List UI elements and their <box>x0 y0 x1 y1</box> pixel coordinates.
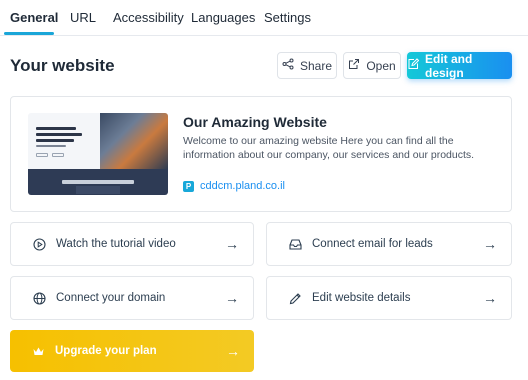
tab-languages[interactable]: Languages <box>191 0 255 36</box>
tab-settings[interactable]: Settings <box>264 0 311 36</box>
connect-email-card[interactable]: Connect email for leads → <box>266 222 512 266</box>
pland-logo-icon: P <box>183 180 194 192</box>
website-card: Our Amazing Website Welcome to our amazi… <box>10 96 512 212</box>
website-domain: cddcm.pland.co.il <box>200 180 285 192</box>
edit-and-design-label: Edit and design <box>425 51 473 80</box>
arrow-right-icon: → <box>225 290 239 306</box>
connect-domain-label: Connect your domain <box>56 292 166 304</box>
share-button[interactable]: Share <box>277 52 337 79</box>
arrow-right-icon: → <box>483 290 497 306</box>
external-link-icon <box>348 58 360 73</box>
tab-general[interactable]: General <box>10 0 58 36</box>
connect-email-label: Connect email for leads <box>312 238 433 250</box>
open-label: Open <box>366 58 396 73</box>
connect-domain-card[interactable]: Connect your domain → <box>10 276 254 320</box>
open-button[interactable]: Open <box>343 52 401 79</box>
share-label: Share <box>299 58 333 73</box>
globe-icon <box>33 291 46 305</box>
share-icon <box>282 58 294 73</box>
website-description: Welcome to our amazing website Here you … <box>183 135 475 161</box>
play-circle-icon <box>33 237 46 251</box>
upgrade-plan-button[interactable]: Upgrade your plan → <box>10 330 254 372</box>
website-name: Our Amazing Website <box>183 114 327 130</box>
website-thumbnail[interactable] <box>28 113 168 195</box>
active-tab-indicator <box>4 32 54 35</box>
website-domain-link[interactable]: P cddcm.pland.co.il <box>183 180 285 192</box>
crown-icon <box>32 345 45 358</box>
edit-icon <box>407 58 420 73</box>
arrow-right-icon: → <box>483 236 497 252</box>
page-title: Your website <box>10 56 115 75</box>
edit-website-details-card[interactable]: Edit website details → <box>266 276 512 320</box>
arrow-right-icon: → <box>225 236 239 252</box>
thumbnail-photo <box>100 113 168 169</box>
arrow-right-icon: → <box>226 343 240 359</box>
edit-and-design-button[interactable]: Edit and design <box>407 51 512 80</box>
pencil-icon <box>289 292 302 305</box>
tab-url[interactable]: URL <box>70 0 96 36</box>
tab-accessibility[interactable]: Accessibility <box>113 0 184 36</box>
tab-bar: General URL Accessibility Languages Sett… <box>0 0 528 36</box>
watch-tutorial-label: Watch the tutorial video <box>56 238 176 250</box>
inbox-icon <box>289 238 302 251</box>
watch-tutorial-card[interactable]: Watch the tutorial video → <box>10 222 254 266</box>
edit-website-details-label: Edit website details <box>312 292 411 304</box>
upgrade-plan-label: Upgrade your plan <box>55 345 157 357</box>
